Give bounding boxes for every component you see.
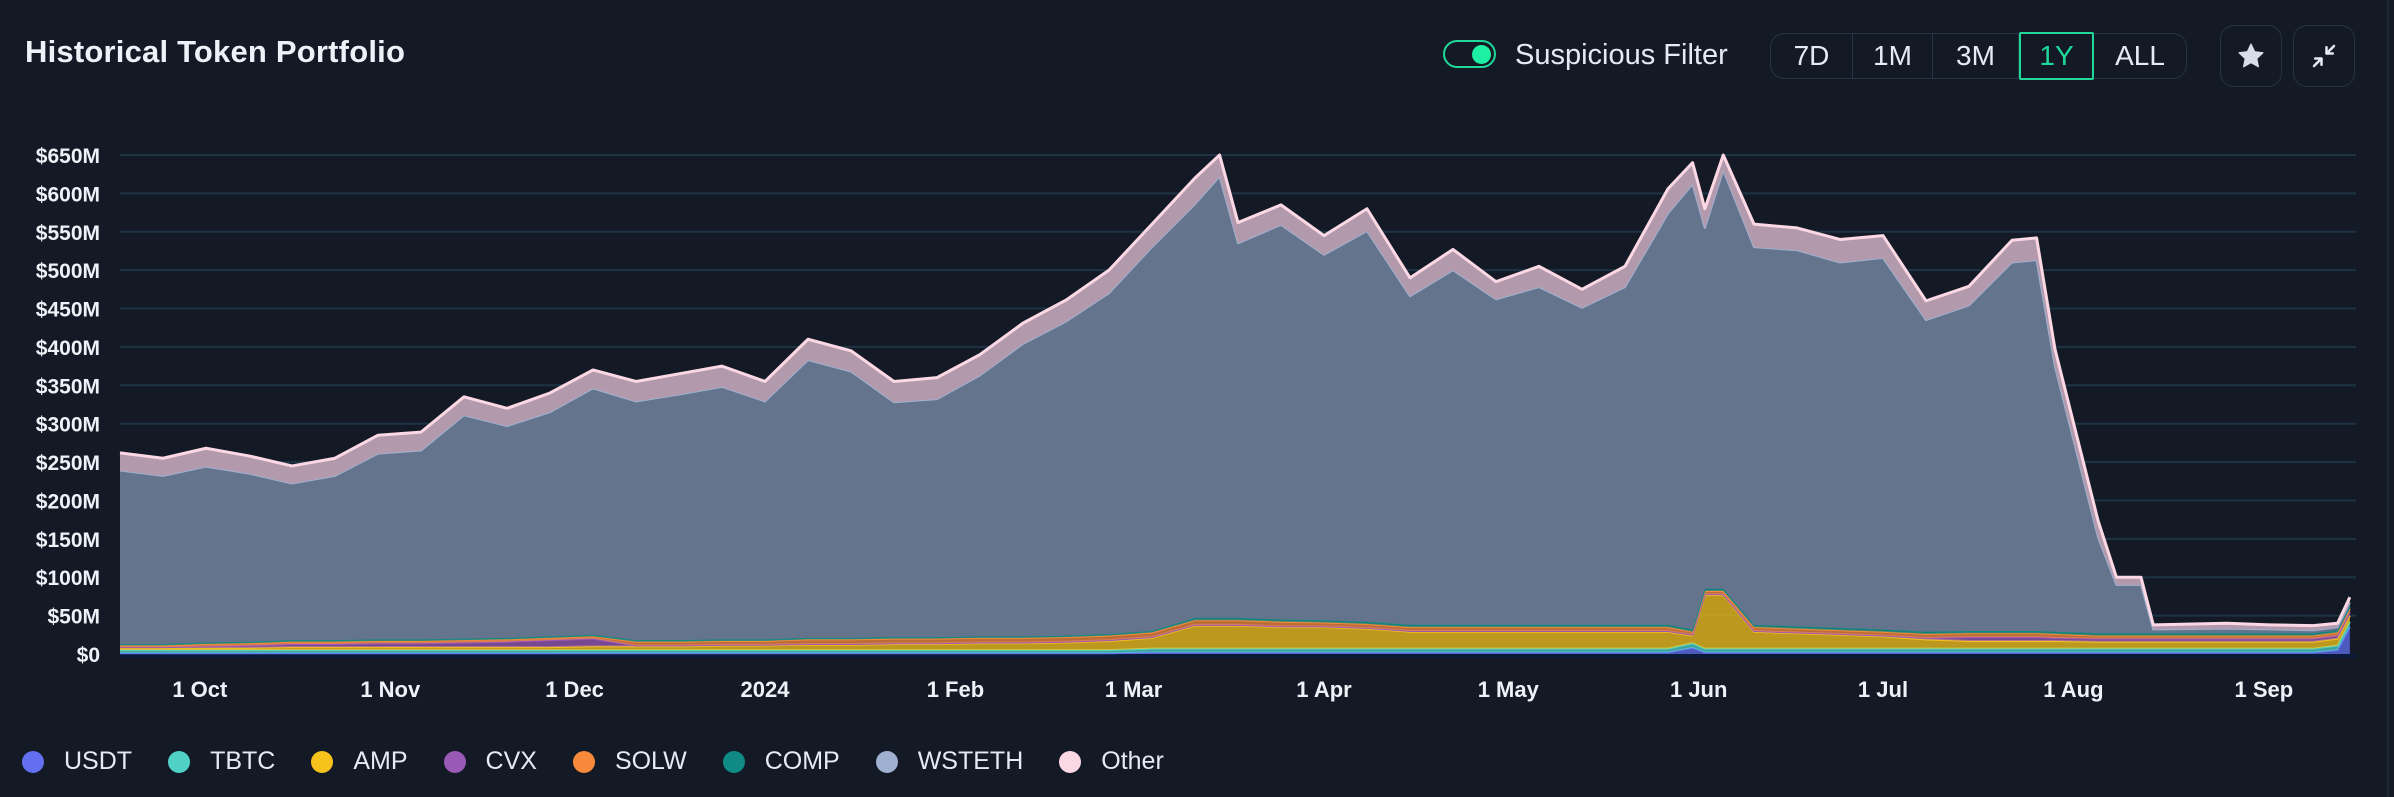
x-tick-label: 1 May (1478, 677, 1540, 702)
x-tick-label: 1 Sep (2235, 677, 2294, 702)
y-tick-label: $550M (36, 222, 100, 245)
legend-label: TBTC (210, 747, 276, 775)
y-tick-label: $150M (36, 529, 100, 552)
legend-dot-icon (875, 750, 898, 773)
y-tick-label: $0 (77, 644, 100, 667)
stacked-areas (119, 153, 2356, 658)
legend-item-solw[interactable]: SOLW (572, 747, 687, 776)
y-tick-label: $450M (36, 299, 100, 322)
legend-item-usdt[interactable]: USDT (22, 747, 132, 776)
y-tick-label: $500M (36, 260, 100, 283)
legend-dot-icon (572, 750, 595, 773)
x-tick-label: 1 Nov (360, 677, 421, 702)
chart-legend: USDT TBTC AMP CVX SOLW COMP WSTETH Other (22, 747, 1200, 776)
legend-dot-icon (722, 750, 745, 773)
portfolio-area-chart: $0 $50M $100M $150M $200M $250M $300M $350M $400… (36, 145, 2356, 702)
legend-label: USDT (64, 747, 133, 775)
legend-item-wsteth[interactable]: WSTETH (875, 747, 1024, 776)
y-tick-label: $100M (36, 567, 100, 590)
legend-dot-icon (443, 750, 466, 773)
legend-item-comp[interactable]: COMP (722, 747, 840, 776)
y-tick-label: $50M (47, 606, 100, 629)
legend-item-cvx[interactable]: CVX (443, 747, 537, 776)
x-tick-label: 1 Feb (927, 677, 984, 702)
legend-label: WSTETH (917, 747, 1024, 775)
x-tick-label: 1 Apr (1296, 677, 1352, 702)
baseline-stripe (120, 654, 2356, 658)
legend-label: SOLW (614, 747, 687, 775)
legend-dot-icon (168, 750, 191, 773)
x-tick-label: 1 Aug (2043, 677, 2103, 702)
legend-label: COMP (764, 747, 840, 775)
y-tick-label: $350M (36, 375, 100, 398)
y-tick-label: $400M (36, 337, 100, 360)
x-tick-label: 1 Dec (545, 677, 604, 702)
y-tick-label: $200M (36, 490, 100, 513)
legend-item-other[interactable]: Other (1059, 747, 1164, 776)
x-tick-label: 2024 (741, 677, 791, 702)
y-tick-label: $650M (36, 145, 100, 168)
legend-dot-icon (22, 750, 44, 773)
y-tick-label: $300M (36, 414, 100, 437)
legend-label: Other (1101, 747, 1164, 775)
legend-dot-icon (311, 750, 334, 773)
x-tick-label: 1 Jul (1858, 677, 1908, 702)
y-tick-label: $250M (36, 452, 100, 475)
legend-item-amp[interactable]: AMP (311, 747, 408, 776)
x-axis-ticks: 1 Oct 1 Nov 1 Dec 2024 1 Feb 1 Mar 1 Apr 1 May 1… (172, 677, 2293, 702)
x-tick-label: 1 Mar (1105, 677, 1163, 702)
x-tick-label: 1 Jun (1670, 677, 1727, 702)
y-axis-ticks: $0 $50M $100M $150M $200M $250M $300M $350M $400… (36, 145, 100, 667)
legend-label: AMP (353, 747, 408, 775)
legend-label: CVX (485, 747, 537, 775)
legend-dot-icon (1059, 750, 1082, 773)
legend-item-tbtc[interactable]: TBTC (168, 747, 275, 776)
x-tick-label: 1 Oct (172, 677, 228, 702)
y-tick-label: $600M (36, 183, 100, 206)
